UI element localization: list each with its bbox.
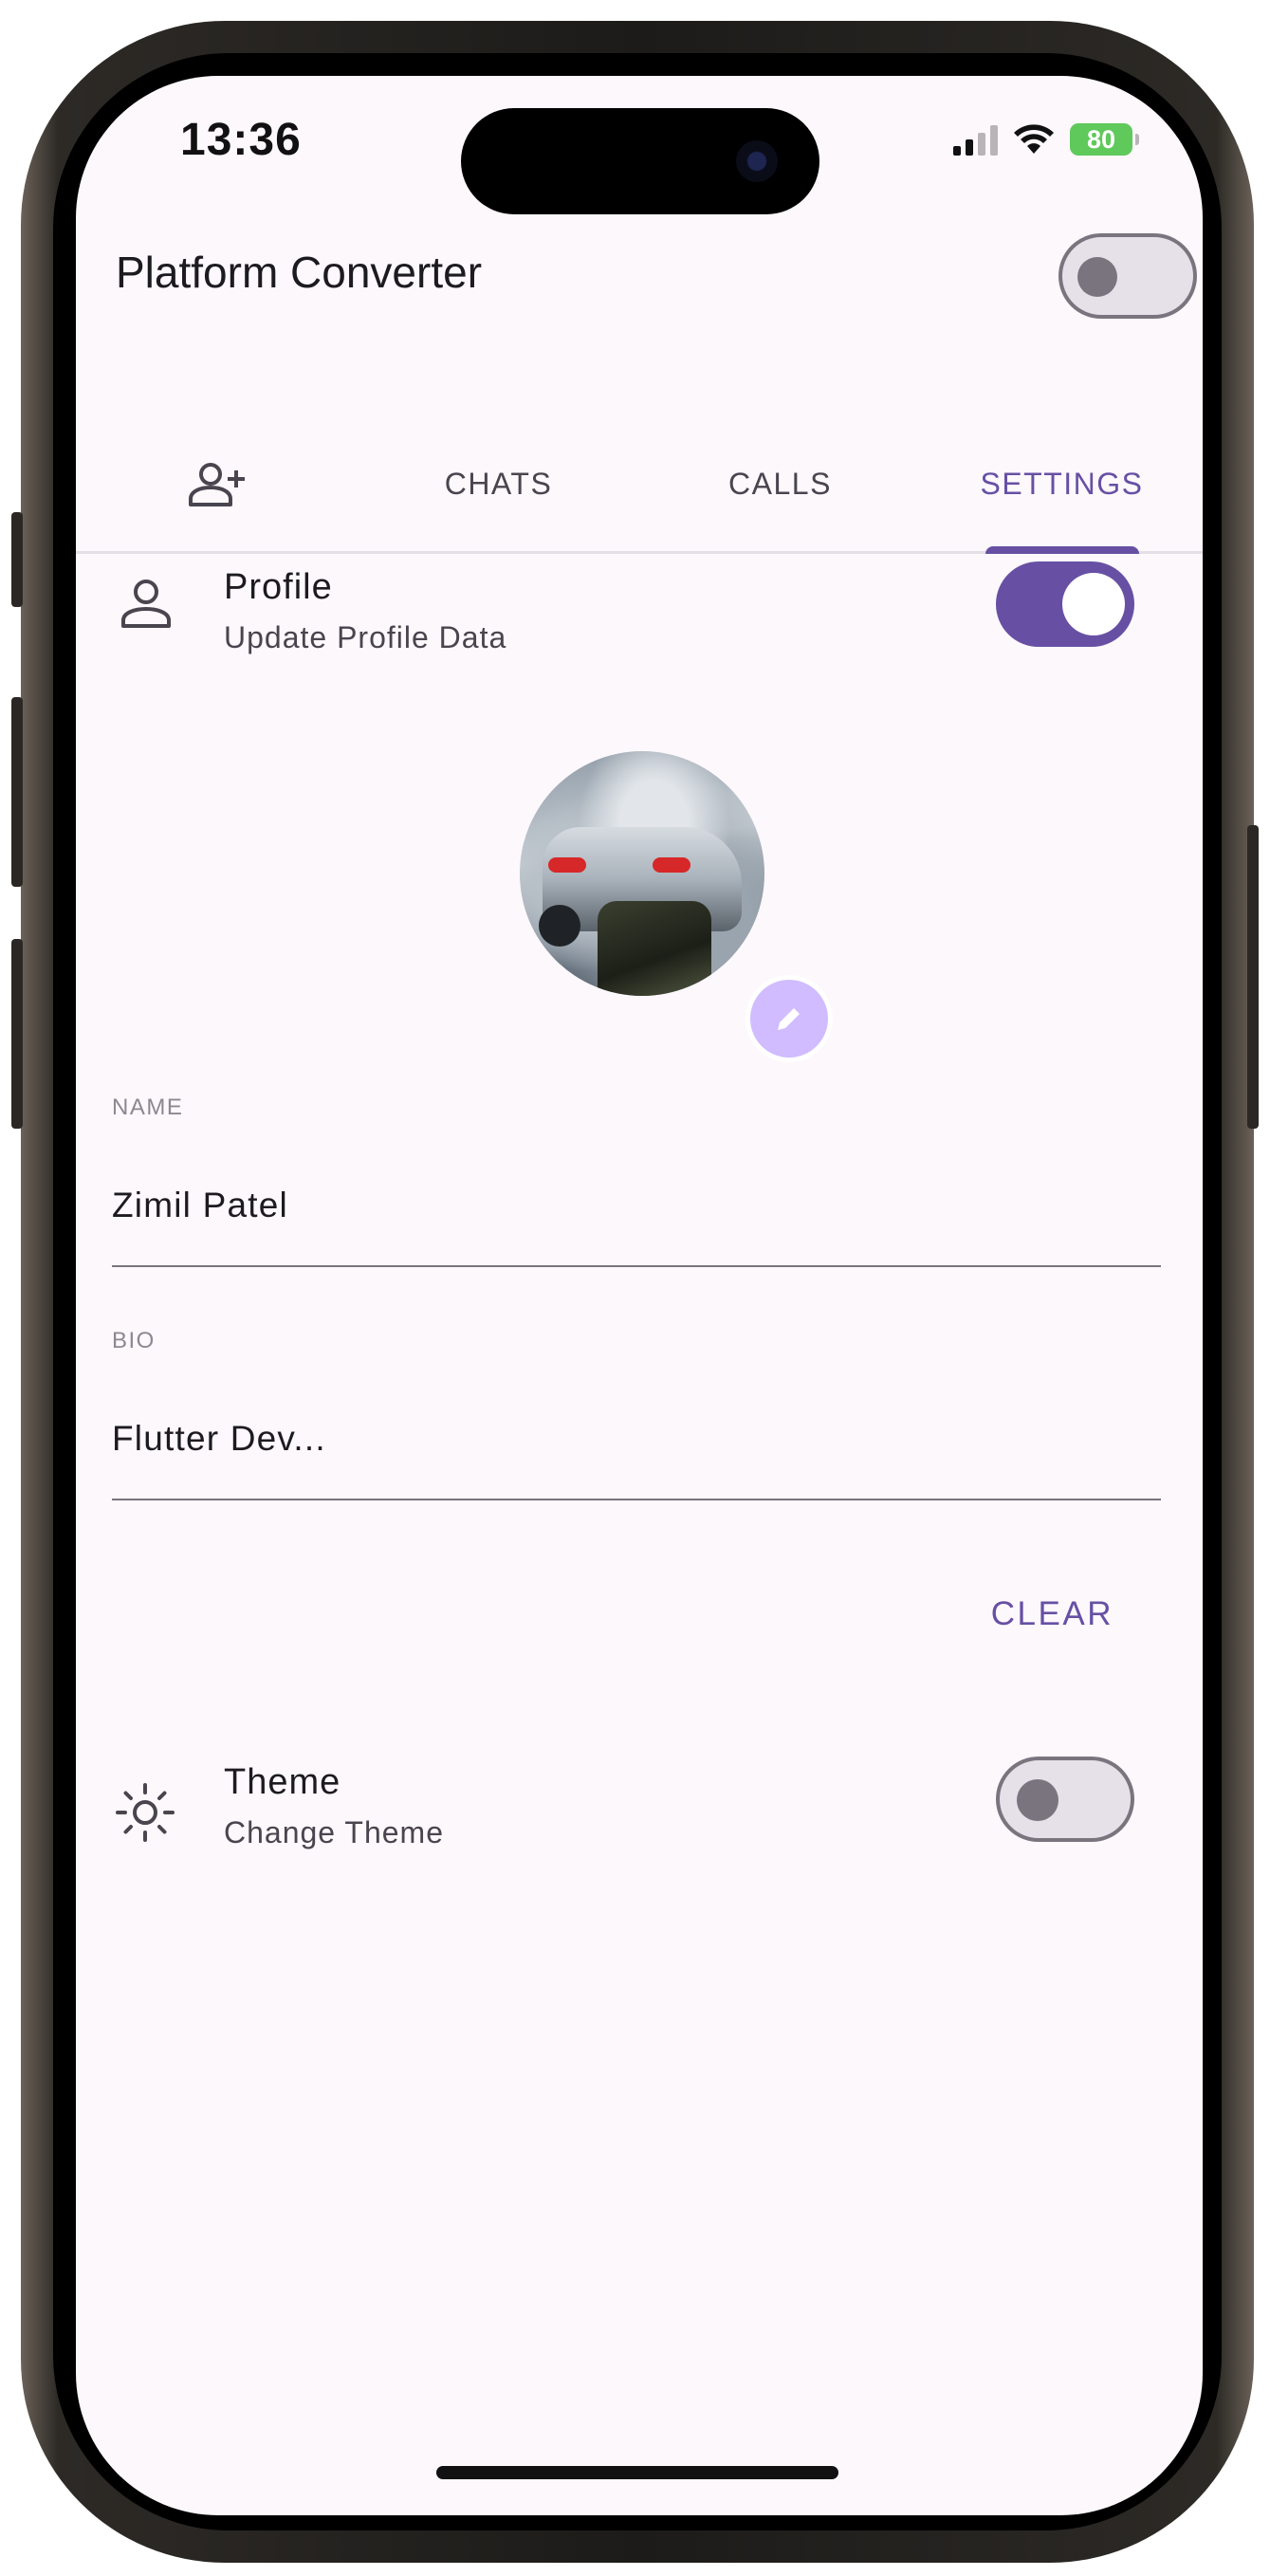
bio-field-underline	[112, 1499, 1161, 1500]
wifi-icon	[1014, 124, 1054, 154]
avatar-overlay-image	[598, 901, 711, 996]
volume-up-button	[11, 697, 23, 887]
profile-avatar[interactable]	[520, 751, 764, 996]
tab-calls-label: CALLS	[728, 467, 832, 501]
theme-toggle[interactable]	[996, 1757, 1134, 1842]
name-field[interactable]: Zimil Patel	[112, 1186, 288, 1225]
profile-toggle[interactable]	[996, 561, 1134, 647]
status-indicators: 80	[953, 123, 1139, 156]
app-screen: 13:36 80 Platform Converter CHATS CALLS …	[76, 76, 1203, 2515]
toggle-knob	[1077, 257, 1117, 297]
name-field-label: NAME	[112, 1095, 184, 1120]
tab-add-contact[interactable]	[76, 417, 358, 551]
tab-settings[interactable]: SETTINGS	[921, 417, 1203, 554]
home-indicator[interactable]	[436, 2466, 838, 2479]
tab-calls[interactable]: CALLS	[639, 417, 921, 551]
bio-field-label: BIO	[112, 1328, 156, 1353]
dynamic-island	[461, 108, 819, 214]
tab-chats[interactable]: CHATS	[358, 417, 639, 551]
avatar-tail-light	[653, 857, 690, 873]
battery-level: 80	[1086, 124, 1116, 154]
theme-title: Theme	[224, 1762, 341, 1802]
toggle-knob	[1017, 1779, 1058, 1821]
add-person-icon	[188, 462, 245, 506]
battery-icon: 80	[1070, 123, 1139, 156]
cellular-signal-icon	[953, 123, 998, 156]
name-field-underline	[112, 1265, 1161, 1267]
avatar-wheel	[539, 905, 580, 947]
app-title: Platform Converter	[116, 248, 483, 297]
toggle-knob	[1062, 573, 1125, 635]
avatar-tail-light	[548, 857, 586, 873]
edit-avatar-badge	[750, 980, 828, 1058]
action-button	[11, 512, 23, 607]
tab-bar: CHATS CALLS SETTINGS	[76, 417, 1203, 554]
status-time: 13:36	[180, 115, 302, 165]
theme-subtitle: Change Theme	[224, 1815, 444, 1849]
person-icon	[121, 580, 171, 628]
clear-button[interactable]: CLEAR	[978, 1584, 1127, 1645]
profile-title: Profile	[224, 567, 333, 607]
edit-avatar-button[interactable]	[745, 975, 833, 1062]
platform-toggle[interactable]	[1058, 233, 1197, 319]
bio-field[interactable]: Flutter Dev...	[112, 1419, 326, 1459]
profile-subtitle: Update Profile Data	[224, 620, 507, 654]
camera-icon	[736, 140, 778, 182]
active-tab-indicator	[985, 546, 1139, 554]
sun-icon	[116, 1783, 175, 1842]
tab-settings-label: SETTINGS	[980, 467, 1144, 501]
tab-chats-label: CHATS	[444, 467, 553, 501]
volume-down-button	[11, 939, 23, 1129]
power-button	[1247, 825, 1259, 1129]
pencil-icon	[778, 1008, 800, 1030]
